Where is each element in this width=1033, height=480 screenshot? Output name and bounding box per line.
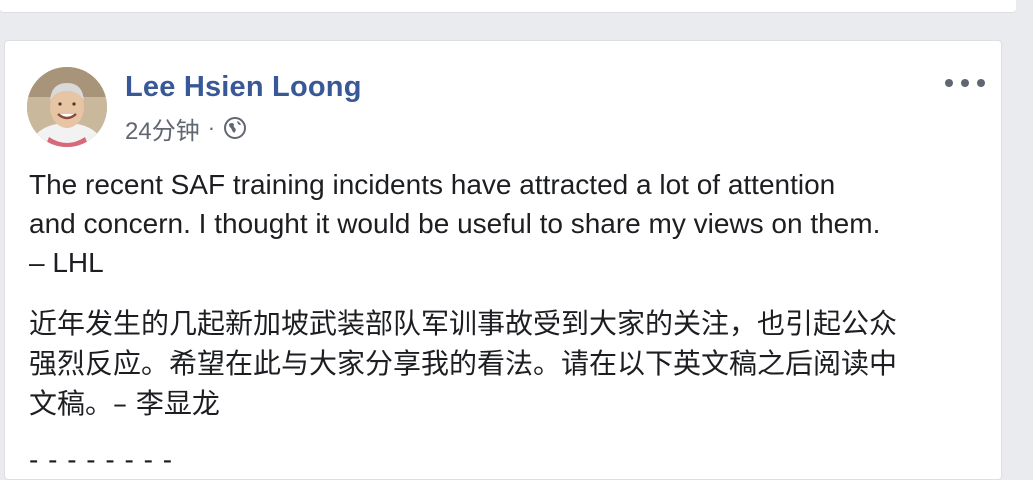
post-line: 文稿。– 李显龙 — [29, 387, 220, 420]
post-line: 近年发生的几起新加坡武装部队军训事故受到大家的关注，也引起公众 — [29, 307, 898, 340]
post-line: – LHL — [29, 247, 104, 278]
post-line: The recent SAF training incidents have a… — [29, 169, 836, 200]
post-paragraph-chinese: 近年发生的几起新加坡武装部队军训事故受到大家的关注，也引起公众 强烈反应。希望在… — [29, 304, 979, 424]
more-options-icon[interactable] — [945, 73, 985, 93]
feed-post: Lee Hsien Loong 24分钟 · The recent SAF tr… — [4, 40, 1002, 480]
post-paragraph-english: The recent SAF training incidents have a… — [29, 165, 979, 282]
post-line: 强烈反应。希望在此与大家分享我的看法。请在以下英文稿之后阅读中 — [29, 347, 898, 380]
author-avatar[interactable] — [27, 67, 107, 147]
post-body: The recent SAF training incidents have a… — [29, 165, 979, 479]
author-name-link[interactable]: Lee Hsien Loong — [125, 71, 362, 104]
post-divider: - - - - - - - - — [29, 444, 174, 475]
globe-icon[interactable] — [223, 116, 247, 140]
post-line: and concern. I thought it would be usefu… — [29, 208, 881, 239]
previous-post-card — [0, 0, 1016, 13]
meta-separator: · — [207, 115, 216, 140]
avatar-photo — [27, 67, 107, 147]
post-meta: 24分钟 · — [125, 111, 247, 146]
post-timestamp[interactable]: 24分钟 — [125, 111, 200, 146]
